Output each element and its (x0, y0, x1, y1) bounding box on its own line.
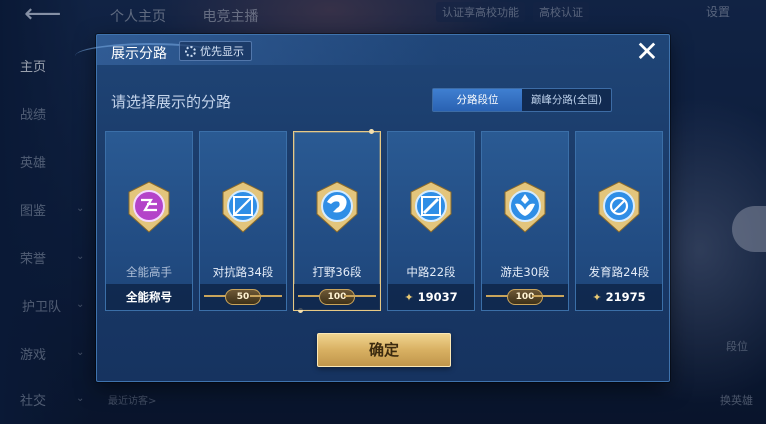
tab-lane-rank[interactable]: 分路段位 (433, 89, 522, 111)
lane-card-clash[interactable]: 对抗路34段 50 (199, 131, 287, 311)
rank-points-badge: 100 (319, 289, 355, 305)
card-bottom: 100 (482, 284, 568, 310)
card-bottom: ✦ 21975 (576, 284, 662, 310)
lane-card-all-round[interactable]: 全能高手 全能称号 (105, 131, 193, 311)
peak-score: 19037 (417, 290, 458, 304)
lane-card-roam[interactable]: 游走30段 100 (481, 131, 569, 311)
roam-emblem-icon (504, 181, 546, 233)
mid-lane-emblem-icon (410, 181, 452, 233)
gear-icon (185, 45, 196, 57)
card-label: 全能高手 (126, 265, 172, 279)
card-bottom: ✦ 19037 (388, 284, 474, 310)
confirm-button[interactable]: 确定 (317, 333, 451, 367)
tab-peak-lane[interactable]: 巅峰分路(全国) (522, 89, 611, 111)
all-round-title: 全能称号 (126, 290, 172, 304)
priority-display-tag[interactable]: 优先显示 (179, 41, 252, 61)
jungle-emblem-icon (316, 181, 358, 233)
card-label: 中路22段 (406, 265, 456, 279)
priority-label: 优先显示 (200, 45, 244, 58)
card-bottom: 50 (200, 284, 286, 310)
dialog-title: 展示分路 (111, 46, 167, 62)
peak-score-icon: ✦ (404, 290, 414, 304)
peak-score: 21975 (605, 290, 646, 304)
lane-card-farm[interactable]: 发育路24段 ✦ 21975 (575, 131, 663, 311)
farm-lane-emblem-icon (598, 181, 640, 233)
peak-score-icon: ✦ (592, 290, 602, 304)
card-label: 游走30段 (500, 265, 550, 279)
all-round-emblem-icon (128, 181, 170, 233)
lane-type-toggle: 分路段位 巅峰分路(全国) (432, 88, 612, 112)
rank-points-badge: 100 (507, 289, 543, 305)
dialog-subtitle: 请选择展示的分路 (111, 93, 232, 111)
card-label: 打野36段 (312, 265, 362, 279)
lane-card-jungle[interactable]: 打野36段 100 (293, 129, 381, 313)
clash-lane-emblem-icon (222, 181, 264, 233)
card-bottom: 100 (294, 284, 380, 310)
selection-corner (369, 129, 374, 134)
card-bottom: 全能称号 (106, 284, 192, 310)
card-label: 发育路24段 (588, 265, 650, 279)
lane-card-mid[interactable]: 中路22段 ✦ 19037 (387, 131, 475, 311)
card-label: 对抗路34段 (212, 265, 274, 279)
rank-points-badge: 50 (225, 289, 261, 305)
lane-cards: 全能高手 全能称号 对抗路34段 50 打野36段 100 中路22段 ✦ 19… (105, 129, 665, 313)
close-icon[interactable]: ✕ (633, 38, 661, 67)
lane-display-dialog: 展示分路 优先显示 ✕ 请选择展示的分路 分路段位 巅峰分路(全国) 全能高手 … (75, 34, 670, 382)
